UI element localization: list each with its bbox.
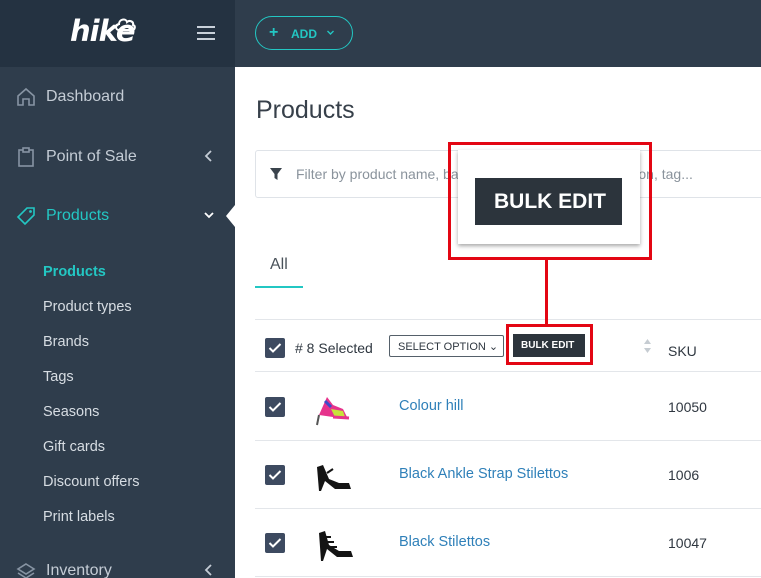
submenu-print-labels[interactable]: Print labels [43, 509, 115, 525]
submenu-tags[interactable]: Tags [43, 369, 74, 385]
product-sku: 1006 [668, 467, 700, 483]
sidebar-item-label: Dashboard [46, 88, 125, 105]
sort-icon[interactable] [643, 338, 652, 354]
home-icon [17, 87, 35, 106]
chevron-left-icon [204, 150, 212, 162]
submenu-discount-offers[interactable]: Discount offers [43, 474, 139, 490]
product-sku: 10047 [668, 535, 707, 551]
select-all-checkbox[interactable] [265, 338, 285, 358]
product-thumbnail [319, 531, 353, 561]
product-thumbnail [316, 397, 350, 426]
sidebar: hike Dashboard Point of Sale Products Pr… [0, 0, 235, 578]
clipboard-icon [18, 147, 34, 167]
row-checkbox[interactable] [265, 465, 285, 485]
product-name-link[interactable]: Black Stilettos [399, 534, 490, 550]
hamburger-menu-icon[interactable] [197, 26, 215, 40]
brand-header: hike [0, 0, 235, 67]
tag-icon [16, 207, 35, 226]
sidebar-item-label: Inventory [46, 562, 112, 578]
connector-line [545, 260, 548, 326]
cloud-icon [115, 18, 136, 31]
add-button[interactable]: + ADD [255, 16, 353, 50]
table-row: Black Ankle Strap Stilettos 1006 [255, 441, 761, 509]
product-name-link[interactable]: Black Ankle Strap Stilettos [399, 466, 568, 482]
page-title: Products [256, 96, 355, 124]
active-pointer [226, 205, 235, 227]
sidebar-item-point-of-sale[interactable]: Point of Sale [0, 132, 235, 182]
row-checkbox[interactable] [265, 397, 285, 417]
chevron-left-icon [204, 564, 212, 576]
product-name-link[interactable]: Colour hill [399, 398, 463, 414]
table-row: Black Stilettos 10047 [255, 509, 761, 577]
hike-logo[interactable]: hike [70, 14, 140, 50]
submenu-products[interactable]: Products [43, 264, 106, 280]
row-checkbox[interactable] [265, 533, 285, 553]
plus-icon: + [269, 24, 279, 41]
tab-label: All [270, 256, 288, 273]
check-icon [268, 538, 282, 548]
select-option-dropdown[interactable]: SELECT OPTION ⌄ [389, 335, 504, 357]
sidebar-item-dashboard[interactable]: Dashboard [0, 72, 235, 122]
callout-card: BULK EDIT [458, 150, 640, 244]
bulk-edit-label: BULK EDIT [494, 190, 606, 213]
check-icon [268, 343, 282, 353]
chevron-down-icon [327, 30, 334, 35]
select-option-label: SELECT OPTION ⌄ [398, 341, 499, 353]
tab-all[interactable]: All [255, 248, 303, 288]
product-sku: 10050 [668, 399, 707, 415]
sidebar-item-label: Products [46, 207, 110, 224]
sidebar-item-inventory[interactable]: Inventory [0, 546, 235, 578]
check-icon [268, 402, 282, 412]
chevron-down-icon [204, 212, 214, 219]
bulk-edit-button-zoomed[interactable]: BULK EDIT [475, 178, 622, 225]
layers-icon [16, 563, 36, 578]
submenu-brands[interactable]: Brands [43, 334, 89, 350]
sidebar-item-label: Point of Sale [46, 148, 137, 165]
sku-column-header[interactable]: SKU [668, 343, 697, 359]
select-option-text: SELECT OPTION [398, 341, 486, 353]
submenu-gift-cards[interactable]: Gift cards [43, 439, 105, 455]
sidebar-item-products[interactable]: Products [0, 191, 235, 241]
check-icon [268, 470, 282, 480]
highlight-box [506, 324, 593, 365]
submenu-seasons[interactable]: Seasons [43, 404, 99, 420]
table-row: Colour hill 10050 [255, 373, 761, 441]
product-thumbnail [317, 465, 351, 491]
selected-count: # 8 Selected [295, 340, 373, 356]
filter-icon [270, 168, 282, 180]
top-bar: + ADD [235, 0, 761, 67]
submenu-product-types[interactable]: Product types [43, 299, 132, 315]
add-button-label: ADD [291, 27, 317, 41]
